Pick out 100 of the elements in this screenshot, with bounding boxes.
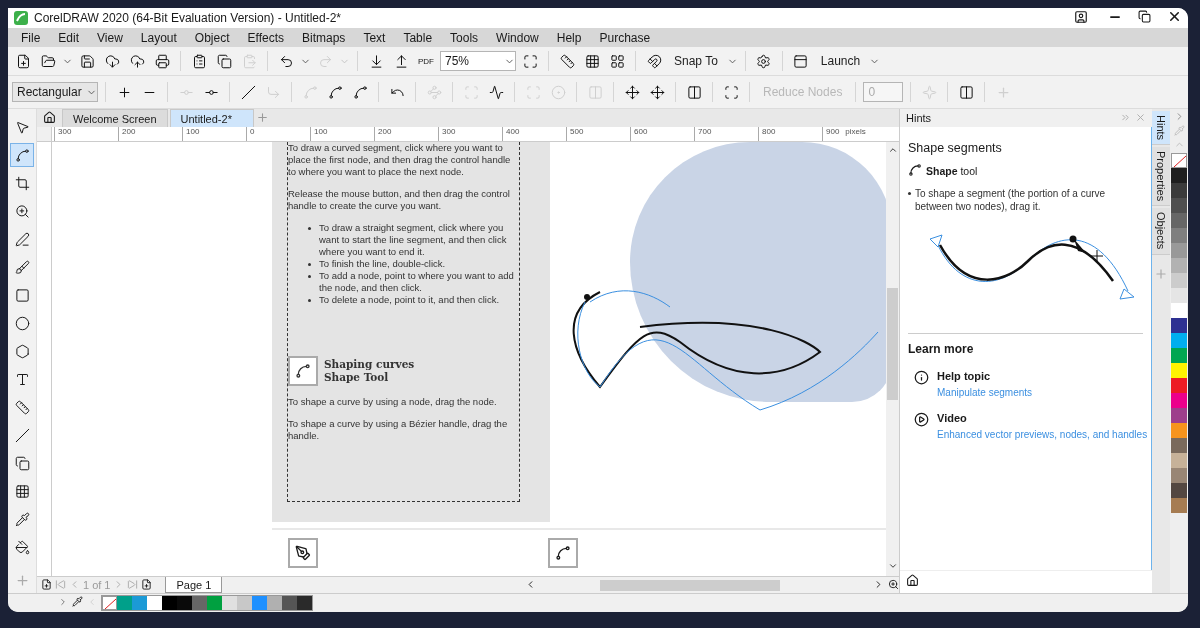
menu-item[interactable]: Bitmaps	[293, 30, 355, 45]
page-count: 1	[104, 579, 111, 591]
color-swatch[interactable]	[1171, 273, 1187, 288]
color-swatch[interactable]	[1171, 498, 1187, 513]
color-swatch[interactable]	[1171, 423, 1187, 438]
dropdown-button[interactable]: Launch	[814, 54, 867, 68]
paragraph: Release the mouse button, and then drag the control handle to create the curve you want.	[288, 188, 511, 212]
color-swatch[interactable]	[1171, 168, 1187, 183]
color-swatch[interactable]	[192, 596, 207, 610]
document-tab[interactable]: Welcome Screen	[62, 109, 168, 127]
color-swatch[interactable]	[1171, 228, 1187, 243]
page-number: 1	[83, 579, 90, 591]
bullet-text: To finish the line, double-click.	[319, 258, 446, 270]
bullet-text: To add a node, point to where you want to add the node, and then click.	[319, 270, 515, 294]
color-swatch[interactable]	[1171, 378, 1187, 393]
side-tab[interactable]: Objects	[1152, 208, 1170, 255]
bullet-icon	[308, 227, 311, 230]
link-title: Help topic	[937, 370, 992, 382]
heading: Shape Tool	[324, 371, 390, 384]
color-swatch[interactable]	[1171, 213, 1187, 228]
play-icon	[914, 412, 929, 427]
menu-item[interactable]: File	[12, 30, 50, 45]
color-swatch[interactable]	[177, 596, 192, 610]
color-swatch[interactable]	[222, 596, 237, 610]
menu-item[interactable]: Edit	[49, 30, 89, 45]
app-logo-icon	[14, 11, 28, 25]
bullet-icon	[308, 299, 311, 302]
color-swatch[interactable]	[252, 596, 267, 610]
color-swatch[interactable]	[1171, 198, 1187, 213]
color-swatch[interactable]	[282, 596, 297, 610]
color-swatch[interactable]	[1171, 288, 1187, 303]
shape-tool-icon[interactable]	[10, 143, 34, 167]
side-tab[interactable]: Properties	[1152, 147, 1170, 207]
ruler-label: 200	[374, 127, 438, 141]
bullet-text: To draw a straight segment, click where you want to start the line segment, and then click where you want to end it.	[319, 222, 508, 258]
color-swatch[interactable]	[132, 596, 147, 610]
scrollbar-thumb[interactable]	[887, 288, 898, 400]
side-tab[interactable]: Hints	[1152, 111, 1170, 146]
ruler-label: 300	[54, 127, 118, 141]
no-color-swatch[interactable]	[1171, 153, 1187, 168]
menu-item[interactable]: Effects	[238, 30, 293, 45]
ruler-label: 800	[758, 127, 822, 141]
menu-item[interactable]: Tools	[441, 30, 488, 45]
menu-item[interactable]: Layout	[131, 30, 186, 45]
color-swatch[interactable]	[1171, 183, 1187, 198]
restore-icon[interactable]	[1138, 10, 1151, 26]
color-swatch[interactable]	[1171, 468, 1187, 483]
color-swatch[interactable]	[237, 596, 252, 610]
color-swatch[interactable]	[162, 596, 177, 610]
color-swatch[interactable]	[147, 596, 162, 610]
color-swatch[interactable]	[1171, 393, 1187, 408]
section-heading: Learn more	[908, 342, 975, 356]
menu-item[interactable]: Window	[487, 30, 548, 45]
shape-tool-icon	[908, 163, 922, 179]
menu-item[interactable]: View	[88, 30, 132, 45]
add-page-icon[interactable]	[141, 578, 153, 592]
hint-link[interactable]: Enhanced vector previews, nodes, and handles	[937, 429, 1148, 440]
ruler-unit: pixels	[845, 127, 866, 138]
ruler-label: 300	[438, 127, 502, 141]
color-swatch[interactable]	[1171, 318, 1187, 333]
dropdown-button[interactable]: Snap To	[668, 54, 724, 68]
bullet-icon	[308, 275, 311, 278]
paragraph: To draw a curved segment, click where you want to place the first node, and then drag the control handle to where you want to place the next node.	[288, 142, 512, 178]
color-swatch[interactable]	[1171, 363, 1187, 378]
color-swatch[interactable]	[1171, 243, 1187, 258]
color-swatch[interactable]	[1171, 348, 1187, 363]
color-swatch[interactable]	[297, 596, 312, 610]
eyedropper-icon[interactable]	[72, 596, 83, 610]
color-swatch[interactable]	[1171, 333, 1187, 348]
zoom-icon[interactable]	[888, 578, 899, 592]
color-swatch[interactable]	[1171, 483, 1187, 498]
color-swatch[interactable]	[267, 596, 282, 610]
add-page-icon[interactable]	[41, 578, 52, 592]
ruler-label: 900	[822, 127, 840, 141]
no-color-swatch[interactable]	[102, 596, 117, 610]
color-swatch[interactable]	[1171, 303, 1187, 318]
hint-link[interactable]: Manipulate segments	[937, 387, 1033, 398]
menu-item[interactable]: Text	[354, 30, 395, 45]
zoom-combo[interactable]: 75%	[440, 51, 516, 71]
ruler-label: 100	[182, 127, 246, 141]
publish-pdf-button[interactable]: PDF	[415, 56, 437, 66]
bullet-text: To delete a node, point to it, and then click.	[319, 294, 500, 306]
color-swatch[interactable]	[1171, 258, 1187, 273]
info-icon	[914, 370, 929, 385]
color-swatch[interactable]	[207, 596, 222, 610]
scrollbar-thumb[interactable]	[600, 579, 781, 591]
ruler-label: 100	[310, 127, 374, 141]
color-swatch[interactable]	[1171, 408, 1187, 423]
page-of-label: of	[92, 579, 102, 591]
color-swatch[interactable]	[1171, 438, 1187, 453]
menu-item[interactable]: Object	[185, 30, 239, 45]
color-swatch[interactable]	[117, 596, 132, 610]
menu-item[interactable]: Help	[547, 30, 591, 45]
document-tab[interactable]: Untitled-2*	[169, 109, 254, 127]
selection-mode-select[interactable]: Rectangular	[12, 82, 98, 102]
page-tab[interactable]: Page 1	[165, 577, 223, 593]
menu-item[interactable]: Purchase	[590, 30, 660, 45]
color-swatch[interactable]	[1171, 453, 1187, 468]
link-title: Video	[937, 412, 968, 424]
menu-item[interactable]: Table	[394, 30, 442, 45]
